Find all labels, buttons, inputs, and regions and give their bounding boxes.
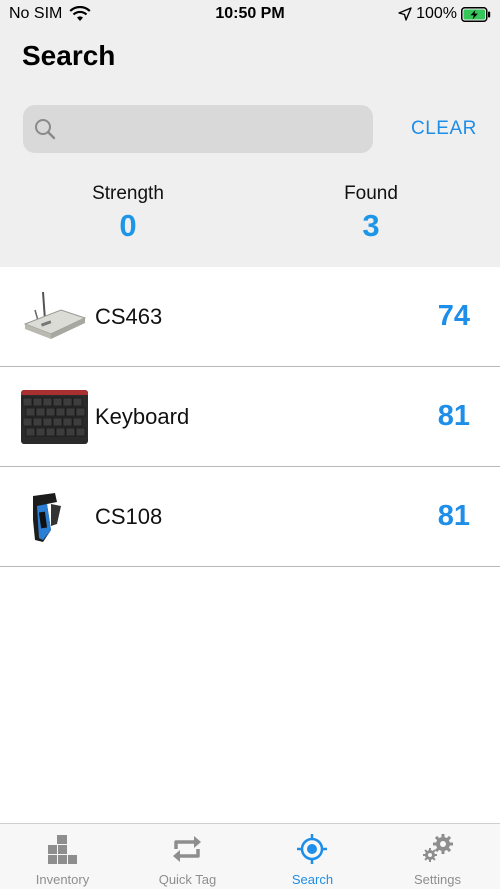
tab-quick-tag[interactable]: Quick Tag	[125, 824, 250, 889]
status-bar: No SIM 10:50 PM 100%	[0, 0, 500, 28]
results-list: CS463 74 Keyboard 81 CS108 81	[0, 267, 500, 567]
status-right: 100%	[398, 5, 491, 23]
cs463-reader-image	[21, 290, 88, 344]
tab-search[interactable]: Search	[250, 824, 375, 889]
strength-stat: Strength 0	[28, 183, 228, 244]
tab-bar: Inventory Quick Tag Search Settings	[0, 823, 500, 889]
item-rssi: 74	[437, 300, 470, 332]
battery-charging-icon	[461, 6, 491, 22]
item-name: Keyboard	[95, 404, 190, 429]
list-item[interactable]: CS463 74	[0, 267, 500, 367]
item-name: CS108	[95, 504, 163, 529]
location-arrow-icon	[398, 7, 412, 21]
list-item[interactable]: CS108 81	[0, 467, 500, 567]
item-rssi: 81	[437, 500, 470, 532]
tab-label: Settings	[414, 872, 461, 887]
keyboard-image	[21, 390, 88, 444]
tab-label: Inventory	[35, 872, 90, 887]
battery-percent: 100%	[416, 5, 457, 22]
tab-label: Quick Tag	[158, 872, 217, 887]
search-field[interactable]	[23, 105, 373, 153]
item-rssi: 81	[437, 400, 470, 432]
boxes-icon	[48, 835, 77, 864]
strength-value: 0	[119, 208, 137, 243]
found-value: 3	[362, 208, 380, 243]
tab-label: Search	[291, 872, 334, 887]
clear-button[interactable]: CLEAR	[411, 118, 477, 140]
search-header-panel: No SIM 10:50 PM 100% Search CLEAR Streng…	[0, 0, 500, 267]
page-title: Search	[22, 40, 116, 71]
found-label: Found	[344, 183, 398, 204]
list-item[interactable]: Keyboard 81	[0, 367, 500, 467]
tab-settings[interactable]: Settings	[375, 824, 500, 889]
found-stat: Found 3	[271, 183, 471, 244]
target-icon	[297, 834, 327, 864]
search-input[interactable]	[67, 105, 363, 153]
item-name: CS463	[95, 304, 163, 329]
gears-icon	[423, 834, 453, 862]
tab-inventory[interactable]: Inventory	[0, 824, 125, 889]
search-icon	[35, 119, 56, 140]
cs108-handheld-image	[21, 490, 88, 544]
repeat-icon	[173, 836, 201, 862]
strength-label: Strength	[92, 183, 164, 204]
